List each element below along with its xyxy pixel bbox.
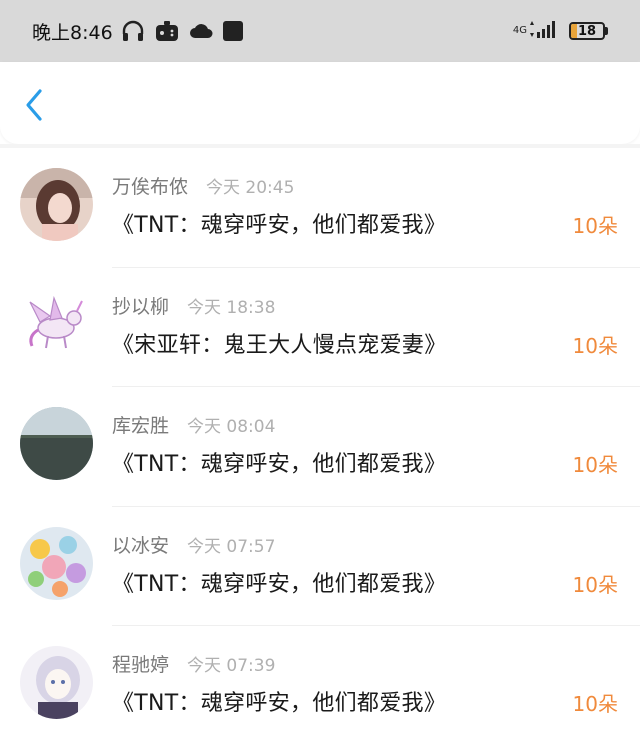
user-name: 万俟布侬: [112, 176, 189, 198]
navigation-bar: [0, 62, 640, 144]
list-item[interactable]: 程驰婷 今天 07:39 《TNT：魂穿呼安，他们都爱我》 10朵: [0, 626, 640, 746]
status-bar: 晚上8:46 4G 18: [0, 0, 640, 62]
gift-record-list: 万俟布侬 今天 20:45 《TNT：魂穿呼安，他们都爱我》 10朵 抄以柳 今…: [0, 148, 640, 746]
gift-count: 10朵: [572, 572, 618, 597]
book-title[interactable]: 《TNT：魂穿呼安，他们都爱我》: [112, 685, 446, 717]
user-name: 库宏胜: [112, 415, 170, 437]
list-item[interactable]: 抄以柳 今天 18:38 《宋亚轩：鬼王大人慢点宠爱妻》 10朵: [0, 268, 640, 387]
name-line: 万俟布侬 今天 20:45: [112, 172, 294, 199]
book-title[interactable]: 《TNT：魂穿呼安，他们都爱我》: [112, 566, 446, 598]
avatar[interactable]: [20, 526, 93, 600]
book-title[interactable]: 《TNT：魂穿呼安，他们都爱我》: [112, 207, 446, 239]
book-title[interactable]: 《宋亚轩：鬼王大人慢点宠爱妻》: [112, 327, 447, 359]
battery-indicator: 18: [569, 22, 605, 40]
timestamp: 今天 18:38: [187, 297, 276, 318]
user-name: 以冰安: [112, 534, 170, 557]
avatar[interactable]: [20, 407, 93, 480]
user-name: 抄以柳: [112, 295, 170, 318]
status-right: 4G 18: [513, 19, 608, 43]
network-label: 4G: [512, 25, 527, 36]
gift-count: 10朵: [572, 692, 618, 716]
back-button[interactable]: [20, 88, 50, 122]
timestamp: 今天 07:57: [187, 536, 276, 557]
cloud-icon: [189, 23, 213, 39]
battery-fill: [571, 24, 577, 38]
timestamp: 今天 07:39: [187, 656, 276, 676]
list-item[interactable]: 以冰安 今天 07:57 《TNT：魂穿呼安，他们都爱我》 10朵: [0, 507, 640, 626]
user-name: 程驰婷: [112, 654, 170, 676]
status-time: 晚上8:46: [32, 21, 113, 44]
signal-icon: [529, 19, 559, 43]
battery-tip: [605, 27, 608, 35]
chevron-left-icon: [26, 89, 42, 121]
gift-count: 10朵: [572, 453, 618, 477]
name-line: 库宏胜 今天 08:04: [112, 411, 275, 438]
name-line: 以冰安 今天 07:57: [112, 531, 275, 558]
avatar[interactable]: [20, 646, 93, 719]
name-line: 程驰婷 今天 07:39: [112, 650, 275, 677]
game-controller-icon: [155, 20, 179, 42]
list-item[interactable]: 万俟布侬 今天 20:45 《TNT：魂穿呼安，他们都爱我》 10朵: [0, 148, 640, 268]
app-square-icon: [222, 21, 243, 41]
list-item[interactable]: 库宏胜 今天 08:04 《TNT：魂穿呼安，他们都爱我》 10朵: [0, 387, 640, 507]
timestamp: 今天 20:45: [206, 178, 295, 198]
gift-count: 10朵: [572, 214, 618, 238]
book-title[interactable]: 《TNT：魂穿呼安，他们都爱我》: [112, 446, 446, 478]
name-line: 抄以柳 今天 18:38: [112, 292, 275, 319]
timestamp: 今天 08:04: [187, 417, 276, 437]
gift-count: 10朵: [572, 333, 618, 358]
avatar[interactable]: [20, 168, 93, 241]
avatar[interactable]: [20, 287, 93, 361]
headphones-icon: [121, 20, 145, 42]
battery-level: 18: [577, 23, 597, 39]
